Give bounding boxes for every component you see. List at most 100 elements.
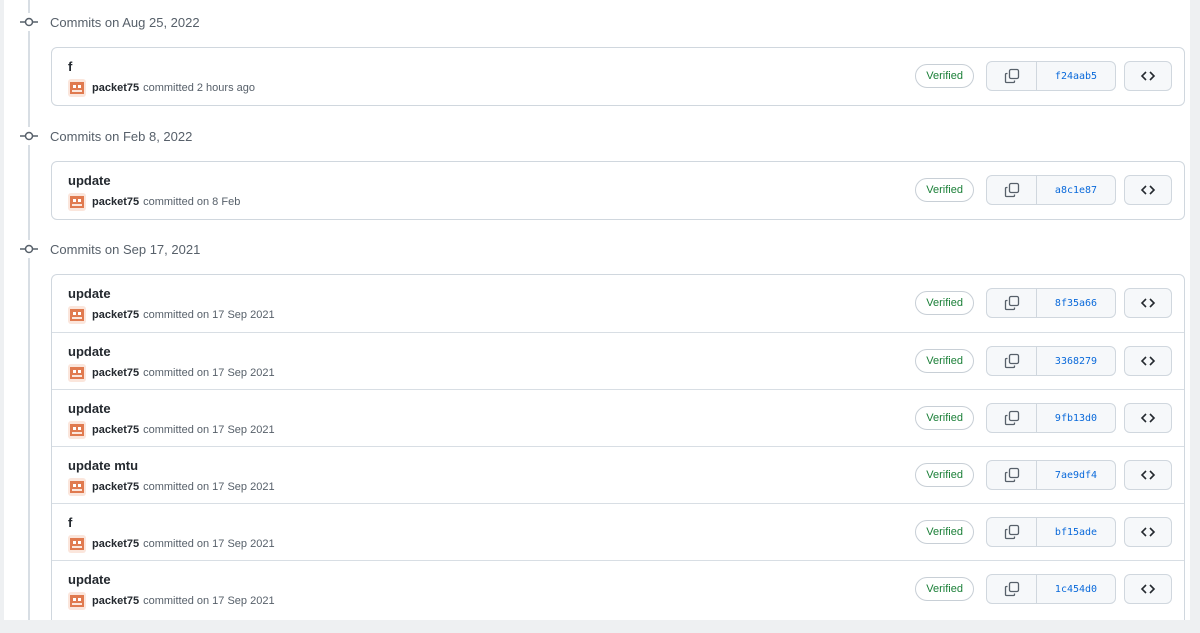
user-avatar-icon[interactable]	[68, 193, 86, 211]
commit-time: committed on 17 Sep 2021	[143, 309, 275, 321]
commit-sha-link[interactable]: 3368279	[1037, 347, 1115, 375]
commit-list: update packet75 committed on 8 Feb Verif…	[51, 161, 1185, 220]
git-commit-icon	[20, 127, 38, 145]
browse-repo-button[interactable]	[1124, 460, 1172, 490]
commit-meta: packet75 committed on 17 Sep 2021	[68, 478, 275, 496]
commit-actions: Verified 9fb13d0	[915, 403, 1172, 433]
copy-sha-button[interactable]	[987, 62, 1037, 90]
commit-group-title: Commits on Feb 8, 2022	[50, 128, 193, 144]
copy-sha-button[interactable]	[987, 518, 1037, 546]
commit-author[interactable]: packet75	[92, 309, 139, 321]
copy-icon	[1004, 581, 1019, 597]
sha-button-group: bf15ade	[986, 517, 1116, 547]
commit-group-header: Commits on Feb 8, 2022	[4, 124, 604, 148]
copy-icon	[1004, 182, 1019, 198]
commit-time: committed on 17 Sep 2021	[143, 538, 275, 550]
commit-row: update packet75 committed on 17 Sep 2021…	[52, 560, 1184, 617]
commit-row: f packet75 committed on 17 Sep 2021 Veri…	[52, 503, 1184, 560]
verified-badge[interactable]: Verified	[915, 349, 974, 373]
browse-repo-button[interactable]	[1124, 175, 1172, 205]
copy-sha-button[interactable]	[987, 289, 1037, 317]
commit-list: update packet75 committed on 17 Sep 2021…	[51, 274, 1185, 620]
browse-repo-button[interactable]	[1124, 288, 1172, 318]
copy-sha-button[interactable]	[987, 461, 1037, 489]
commit-author[interactable]: packet75	[92, 538, 139, 550]
commit-author[interactable]: packet75	[92, 595, 139, 607]
commit-author[interactable]: packet75	[92, 367, 139, 379]
commit-time: committed on 17 Sep 2021	[143, 424, 275, 436]
commit-time: committed 2 hours ago	[143, 82, 255, 94]
commit-actions: Verified 1c454d0	[915, 574, 1172, 604]
commit-sha-link[interactable]: f24aab5	[1037, 62, 1115, 90]
user-avatar-icon[interactable]	[68, 306, 86, 324]
commit-author[interactable]: packet75	[92, 196, 139, 208]
copy-sha-button[interactable]	[987, 176, 1037, 204]
user-avatar-icon[interactable]	[68, 478, 86, 496]
user-avatar-icon[interactable]	[68, 364, 86, 382]
code-brackets-icon	[1140, 470, 1156, 480]
user-avatar-icon[interactable]	[68, 421, 86, 439]
code-brackets-icon	[1140, 356, 1156, 366]
commit-row: update packet75 committed on 17 Sep 2021…	[52, 389, 1184, 446]
browse-repo-button[interactable]	[1124, 517, 1172, 547]
copy-sha-button[interactable]	[987, 347, 1037, 375]
browse-repo-button[interactable]	[1124, 346, 1172, 376]
commit-meta: packet75 committed on 8 Feb	[68, 193, 240, 211]
sha-button-group: 3368279	[986, 346, 1116, 376]
verified-badge[interactable]: Verified	[915, 520, 974, 544]
commit-message[interactable]: update	[68, 401, 111, 416]
browse-repo-button[interactable]	[1124, 61, 1172, 91]
sha-button-group: 7ae9df4	[986, 460, 1116, 490]
commit-sha-link[interactable]: a8c1e87	[1037, 176, 1115, 204]
sha-button-group: 1c454d0	[986, 574, 1116, 604]
verified-badge[interactable]: Verified	[915, 463, 974, 487]
code-brackets-icon	[1140, 185, 1156, 195]
copy-icon	[1004, 68, 1019, 84]
commit-sha-link[interactable]: 1c454d0	[1037, 575, 1115, 603]
sha-button-group: f24aab5	[986, 61, 1116, 91]
copy-icon	[1004, 467, 1019, 483]
commit-author[interactable]: packet75	[92, 82, 139, 94]
code-brackets-icon	[1140, 527, 1156, 537]
verified-badge[interactable]: Verified	[915, 64, 974, 88]
commit-group-title: Commits on Aug 25, 2022	[50, 14, 200, 30]
user-avatar-icon[interactable]	[68, 535, 86, 553]
commit-sha-link[interactable]: bf15ade	[1037, 518, 1115, 546]
user-avatar-icon[interactable]	[68, 79, 86, 97]
commit-row: f packet75 committed 2 hours ago Verifie…	[52, 48, 1184, 105]
commit-message[interactable]: f	[68, 59, 72, 74]
commit-message[interactable]: update	[68, 572, 111, 587]
commit-row: update packet75 committed on 8 Feb Verif…	[52, 162, 1184, 219]
commit-row: update mtu packet75 committed on 17 Sep …	[52, 446, 1184, 503]
git-commit-icon	[20, 240, 38, 258]
commit-meta: packet75 committed on 17 Sep 2021	[68, 421, 275, 439]
commit-message[interactable]: update mtu	[68, 458, 138, 473]
browse-repo-button[interactable]	[1124, 403, 1172, 433]
commit-actions: Verified f24aab5	[915, 61, 1172, 91]
commit-author[interactable]: packet75	[92, 424, 139, 436]
verified-badge[interactable]: Verified	[915, 291, 974, 315]
verified-badge[interactable]: Verified	[915, 178, 974, 202]
commit-meta: packet75 committed on 17 Sep 2021	[68, 592, 275, 610]
commit-message[interactable]: update	[68, 344, 111, 359]
browse-repo-button[interactable]	[1124, 574, 1172, 604]
commit-sha-link[interactable]: 7ae9df4	[1037, 461, 1115, 489]
commit-list: f packet75 committed 2 hours ago Verifie…	[51, 47, 1185, 106]
commit-actions: Verified 7ae9df4	[915, 460, 1172, 490]
copy-sha-button[interactable]	[987, 404, 1037, 432]
sha-button-group: 8f35a66	[986, 288, 1116, 318]
verified-badge[interactable]: Verified	[915, 577, 974, 601]
commit-group-header: Commits on Aug 25, 2022	[4, 10, 604, 34]
commit-message[interactable]: update	[68, 286, 111, 301]
commit-sha-link[interactable]: 9fb13d0	[1037, 404, 1115, 432]
commit-author[interactable]: packet75	[92, 481, 139, 493]
verified-badge[interactable]: Verified	[915, 406, 974, 430]
copy-icon	[1004, 295, 1019, 311]
commit-message[interactable]: update	[68, 173, 111, 188]
commit-meta: packet75 committed 2 hours ago	[68, 79, 255, 97]
commit-sha-link[interactable]: 8f35a66	[1037, 289, 1115, 317]
commit-message[interactable]: f	[68, 515, 72, 530]
copy-sha-button[interactable]	[987, 575, 1037, 603]
timeline-line	[28, 0, 30, 620]
user-avatar-icon[interactable]	[68, 592, 86, 610]
